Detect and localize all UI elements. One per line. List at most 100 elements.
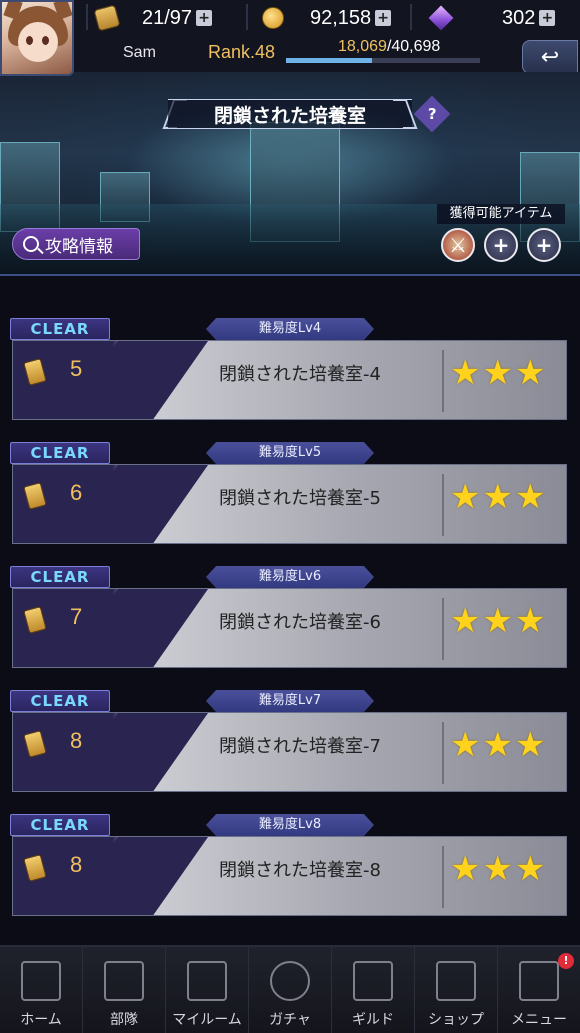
- nav-guild[interactable]: ギルド: [332, 947, 415, 1033]
- stage-name: 閉鎖された培養室-6: [219, 612, 381, 633]
- exp-up-icon[interactable]: +: [484, 228, 518, 262]
- squad-icon: [104, 961, 144, 1001]
- nav-gacha[interactable]: ガチャ: [249, 947, 332, 1033]
- stamina-value: 21/97: [142, 6, 193, 29]
- nav-squad[interactable]: 部隊: [83, 947, 166, 1033]
- add-coins-button[interactable]: +: [375, 10, 392, 26]
- back-button[interactable]: ↩: [522, 40, 578, 74]
- stage-name: 閉鎖された培養室-8: [219, 860, 381, 881]
- coin-value: 92,158: [310, 6, 372, 29]
- nav-shop[interactable]: ショップ: [415, 947, 498, 1033]
- menu-grid-icon: [519, 961, 559, 1001]
- divider: [442, 846, 444, 908]
- help-icon: ?: [427, 104, 437, 123]
- divider: [410, 4, 412, 30]
- divider: [442, 722, 444, 784]
- star-rating: ★ ★ ★: [450, 356, 545, 390]
- top-status-bar: 21/97 + 92,158 + 302 + Sam Rank.48 18,06…: [0, 0, 580, 76]
- stamina-cost: 8: [70, 728, 83, 753]
- back-arrow-icon: ↩: [540, 44, 560, 70]
- gem-value: 302: [502, 6, 536, 29]
- stage-name: 閉鎖された培養室-5: [219, 488, 381, 509]
- strategy-info-label: 攻略情報: [45, 236, 113, 257]
- stage-title-plate: 閉鎖された培養室: [168, 99, 412, 129]
- player-name: Sam: [123, 44, 156, 61]
- star-icon: ★: [482, 601, 513, 641]
- difficulty-label: 難易度Lv5: [206, 442, 374, 464]
- stage-banner: 閉鎖された培養室 ? 攻略情報 獲得可能アイテム ⚔ + +: [0, 72, 580, 276]
- exp-progress-bar: [286, 58, 480, 63]
- clear-badge: CLEAR: [10, 814, 110, 836]
- stage-name: 閉鎖された培養室-7: [219, 736, 381, 757]
- star-icon: ★: [450, 725, 481, 765]
- avatar-eye-right: [42, 36, 49, 45]
- stamina-cost: 7: [70, 604, 83, 629]
- nav-label: 部隊: [110, 1012, 138, 1028]
- stage-row[interactable]: CLEAR 難易度Lv7 8 閉鎖された培養室-7 ★ ★ ★: [10, 690, 568, 794]
- star-icon: ★: [482, 353, 513, 393]
- stage-name: 閉鎖された培養室-4: [219, 364, 381, 385]
- difficulty-label: 難易度Lv4: [206, 318, 374, 340]
- star-rating: ★ ★ ★: [450, 852, 545, 886]
- add-gems-button[interactable]: +: [539, 10, 556, 26]
- star-icon: ★: [450, 849, 481, 889]
- avatar-face: [18, 22, 58, 62]
- star-icon: ★: [514, 601, 546, 641]
- star-icon: ★: [482, 849, 513, 889]
- my-room-icon: [187, 961, 227, 1001]
- nav-label: ギルド: [352, 1012, 394, 1028]
- stage-row[interactable]: CLEAR 難易度Lv5 6 閉鎖された培養室-5 ★ ★ ★: [10, 442, 568, 546]
- obtainable-items-label: 獲得可能アイテム: [437, 204, 565, 224]
- strategy-info-button[interactable]: 攻略情報: [12, 228, 140, 260]
- notification-badge: !: [558, 953, 574, 969]
- divider: [442, 598, 444, 660]
- stage-row[interactable]: CLEAR 難易度Lv8 8 閉鎖された培養室-8 ★ ★ ★: [10, 814, 568, 918]
- nav-label: ショップ: [428, 1012, 484, 1028]
- sword-icon[interactable]: ⚔: [441, 228, 475, 262]
- star-icon: ★: [450, 477, 481, 517]
- player-avatar-icon[interactable]: [0, 0, 74, 76]
- divider: [86, 4, 88, 30]
- nav-label: ホーム: [20, 1012, 62, 1028]
- coin-counter: 92,158 +: [262, 4, 392, 32]
- bottom-nav: ホーム 部隊 マイルーム ガチャ ギルド ショップ ! メニュー: [0, 945, 580, 1033]
- stamina-cost: 5: [70, 356, 83, 381]
- player-rank: Rank.48: [208, 42, 276, 62]
- stage-title: 閉鎖された培養室: [213, 104, 366, 127]
- search-icon: [23, 236, 39, 252]
- clear-badge: CLEAR: [10, 318, 110, 340]
- stamina-cost: 6: [70, 480, 83, 505]
- nav-label: ガチャ: [269, 1012, 311, 1028]
- exp-current: 18,069: [338, 38, 387, 55]
- difficulty-label: 難易度Lv8: [206, 814, 374, 836]
- guild-icon: [353, 961, 393, 1001]
- star-rating: ★ ★ ★: [450, 480, 545, 514]
- coin-icon: [262, 7, 284, 29]
- avatar-eye-left: [26, 36, 33, 45]
- star-icon: ★: [514, 725, 546, 765]
- star-icon: ★: [482, 725, 513, 765]
- stage-row[interactable]: CLEAR 難易度Lv6 7 閉鎖された培養室-6 ★ ★ ★: [10, 566, 568, 670]
- gem-counter: 302 +: [428, 4, 556, 32]
- gem-icon: [428, 5, 454, 31]
- nav-label: マイルーム: [172, 1012, 242, 1028]
- difficulty-label: 難易度Lv7: [206, 690, 374, 712]
- exp-progress-fill: [286, 58, 373, 63]
- star-icon: ★: [450, 353, 481, 393]
- star-icon: ★: [482, 477, 513, 517]
- nav-menu[interactable]: ! メニュー: [498, 947, 580, 1033]
- nav-label: メニュー: [511, 1012, 567, 1028]
- star-icon: ★: [514, 477, 546, 517]
- help-button[interactable]: ?: [413, 95, 451, 133]
- nav-my-room[interactable]: マイルーム: [166, 947, 249, 1033]
- stage-row[interactable]: CLEAR 難易度Lv4 5 閉鎖された培養室-4 ★ ★ ★: [10, 318, 568, 422]
- star-icon: ★: [514, 849, 546, 889]
- divider: [442, 350, 444, 412]
- divider: [246, 4, 248, 30]
- difficulty-label: 難易度Lv6: [206, 566, 374, 588]
- add-stamina-button[interactable]: +: [196, 10, 213, 26]
- gacha-icon: [270, 961, 310, 1001]
- nav-home[interactable]: ホーム: [0, 947, 83, 1033]
- star-rating: ★ ★ ★: [450, 604, 545, 638]
- plus-icon[interactable]: +: [527, 228, 561, 262]
